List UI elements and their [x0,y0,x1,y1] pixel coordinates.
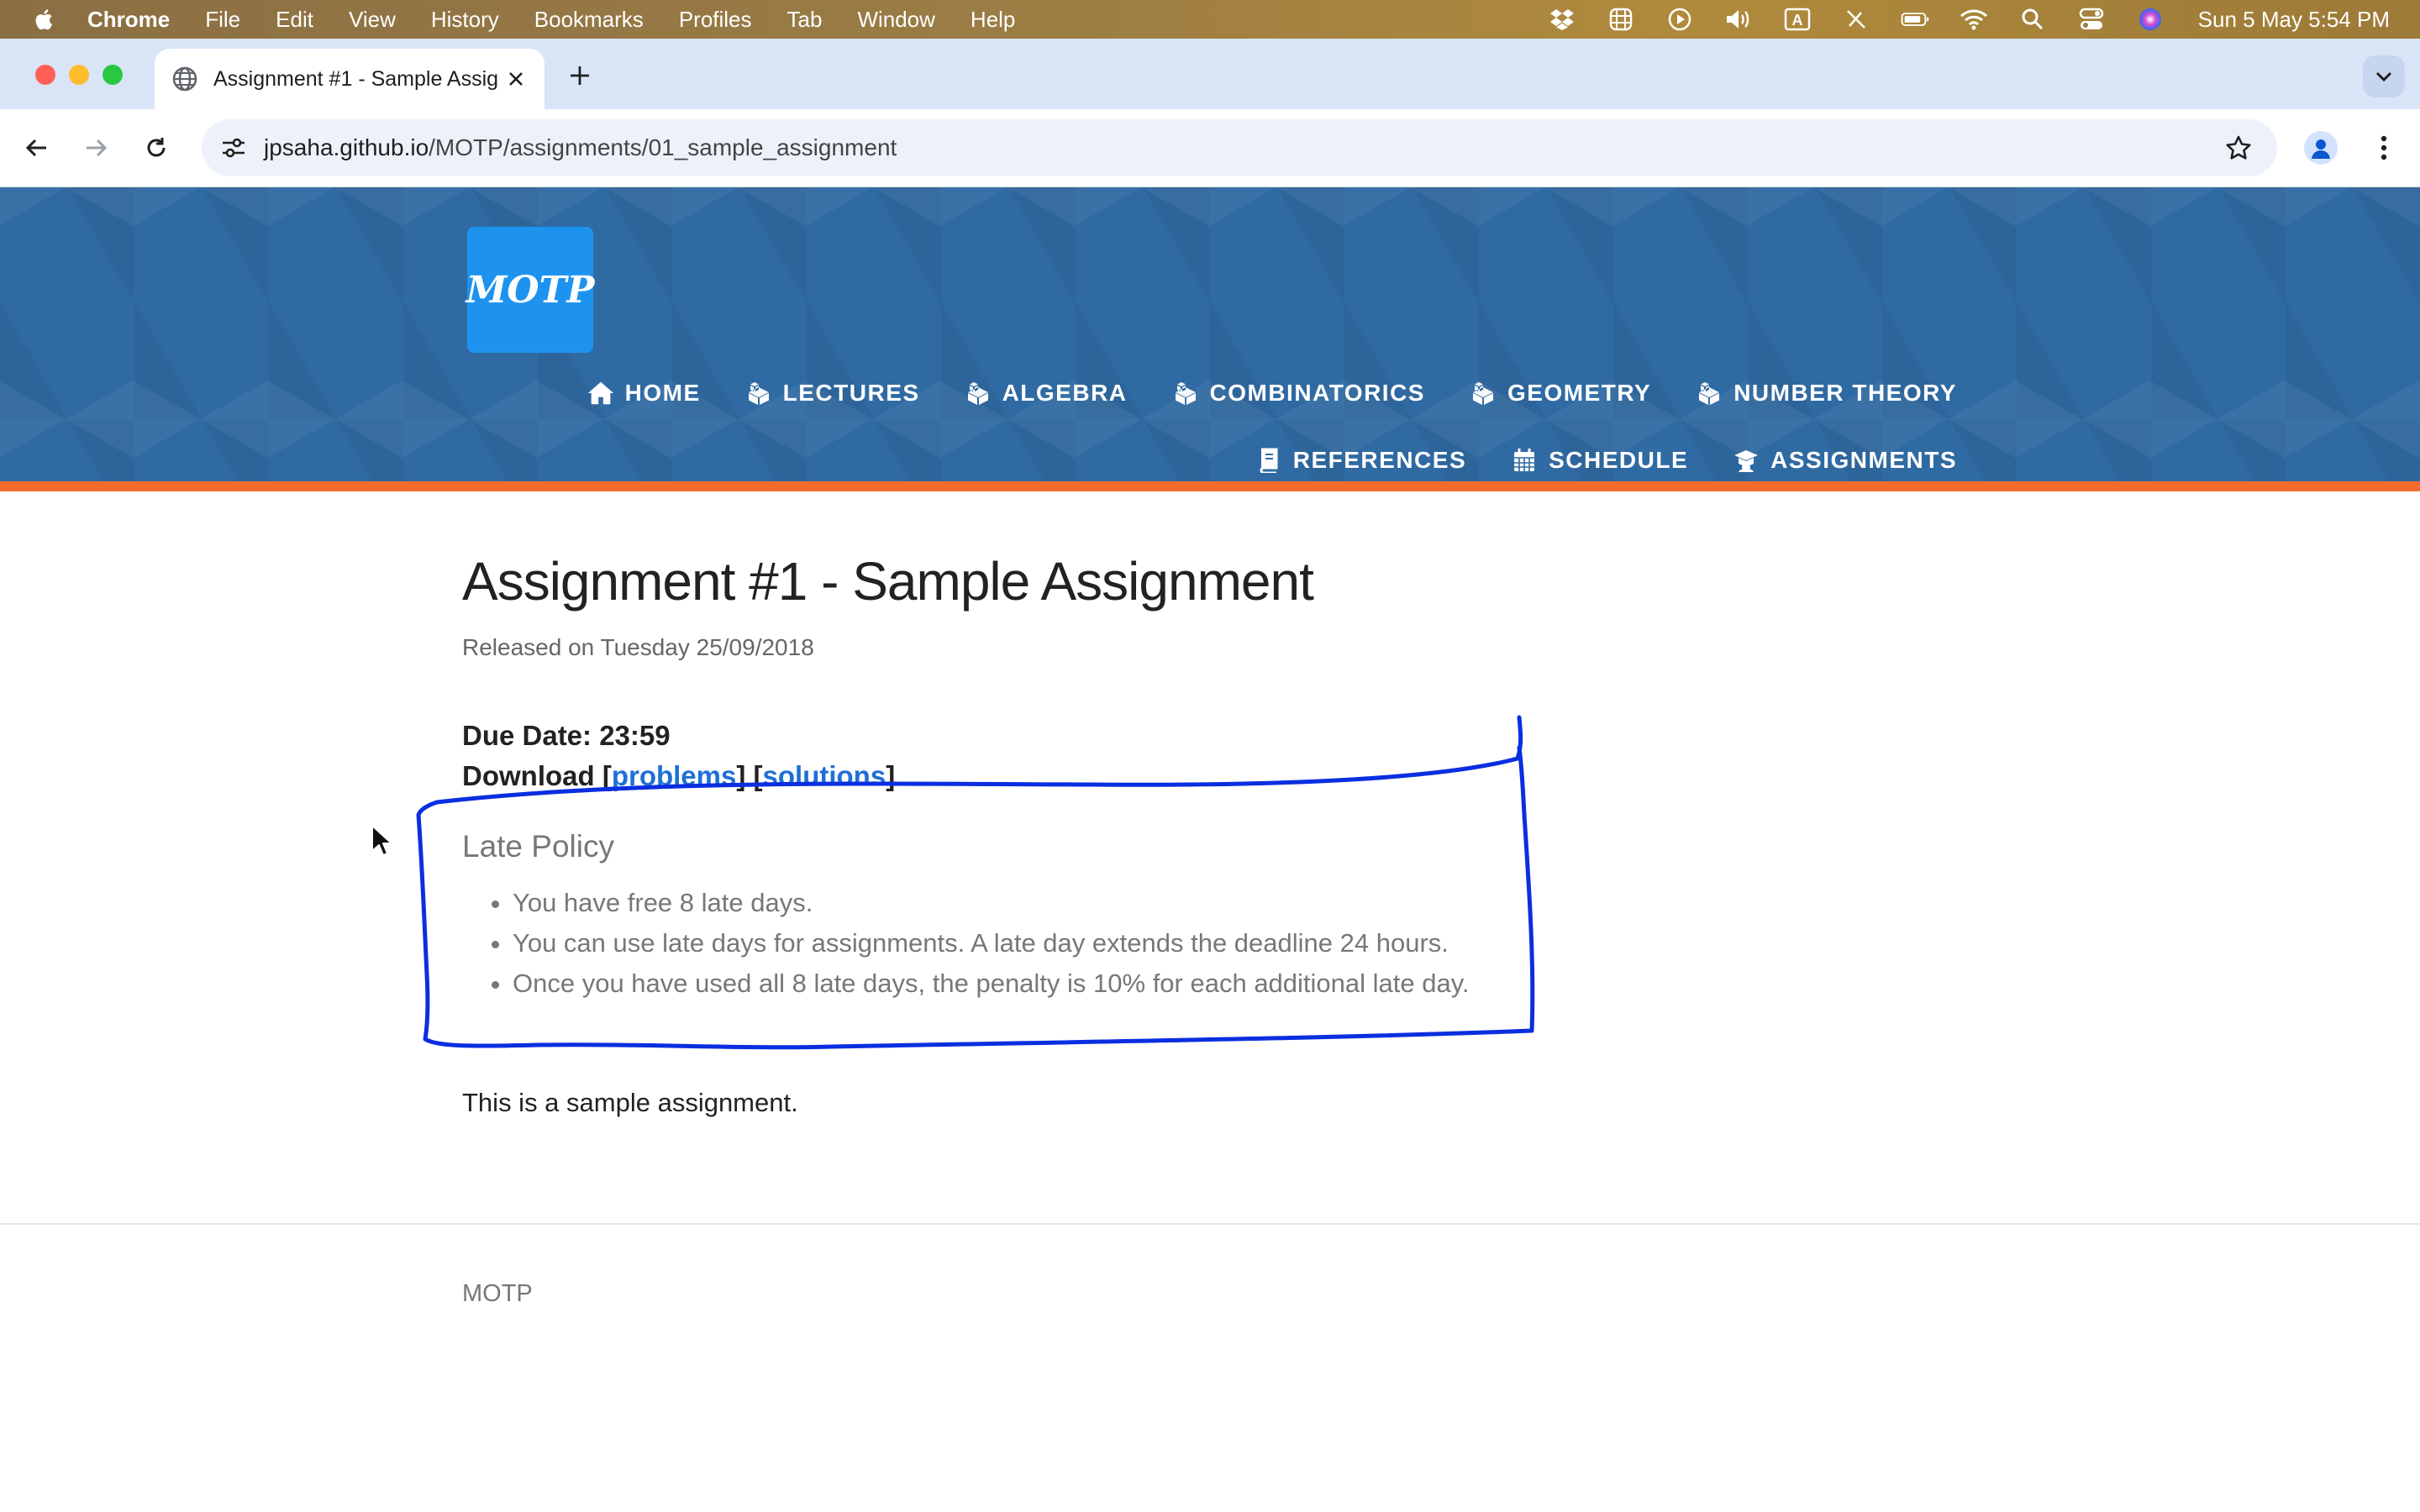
cubes-icon [964,379,992,407]
nav-algebra[interactable]: ALGEBRA [964,379,1128,407]
list-item: Once you have used all 8 late days, the … [513,963,1470,1004]
wifi-icon[interactable] [1960,7,1988,32]
download-line: Download [problems] [solutions] [462,760,896,791]
nav-assignments[interactable]: ASSIGNMENTS [1732,446,1957,475]
nav-algebra-label: ALGEBRA [1002,380,1128,406]
url-domain: jpsaha.github.io [264,134,429,160]
nav-number-theory[interactable]: NUMBER THEORY [1695,379,1957,407]
list-item: You can use late days for assignments. A… [513,923,1470,963]
url-path: /MOTP/assignments/01_sample_assignment [429,134,897,160]
input-source-icon[interactable]: A [1783,7,1812,32]
list-item: You have free 8 late days. [513,883,1470,923]
menu-view[interactable]: View [349,7,396,33]
menu-app-name[interactable]: Chrome [87,7,170,33]
menu-window[interactable]: Window [857,7,934,33]
footer-text: MOTP [462,1280,533,1307]
menu-bookmarks[interactable]: Bookmarks [534,7,644,33]
tab-search-chevron-icon[interactable] [2363,55,2405,97]
nav-number-theory-label: NUMBER THEORY [1733,380,1957,406]
nav-schedule[interactable]: SCHEDULE [1510,446,1688,475]
site-settings-icon[interactable] [217,131,250,165]
chrome-menu-icon[interactable] [2370,131,2398,165]
spotlight-icon[interactable] [2018,7,2047,32]
secondary-nav: REFERENCES SCHEDULE ASSIGNMENTS [1211,446,1957,475]
menu-profiles[interactable]: Profiles [679,7,752,33]
window-zoom-button[interactable] [103,65,123,85]
problems-link[interactable]: problems [612,760,737,791]
cubes-icon [1171,379,1200,407]
solutions-link[interactable]: solutions [763,760,886,791]
tab-close-icon[interactable] [504,67,528,91]
back-arrow-icon[interactable] [18,129,55,166]
nav-geometry[interactable]: GEOMETRY [1469,379,1651,407]
browser-tab-active[interactable]: Assignment #1 - Sample Assignment [155,49,544,109]
profile-avatar-icon[interactable] [2304,131,2338,165]
grid-app-icon[interactable] [1607,7,1635,32]
volume-icon[interactable] [1724,7,1753,32]
browser-tab-strip: Assignment #1 - Sample Assignment [0,39,2420,109]
menu-help[interactable]: Help [971,7,1015,33]
forward-arrow-icon[interactable] [77,129,114,166]
apple-menu-icon[interactable] [32,5,57,34]
address-bar[interactable]: jpsaha.github.io/MOTP/assignments/01_sam… [202,119,2277,176]
pen-off-icon[interactable] [1842,7,1870,32]
header-accent-bar [0,481,2420,491]
mouse-cursor-icon [371,825,392,856]
nav-references[interactable]: REFERENCES [1255,446,1466,475]
nav-assignments-label: ASSIGNMENTS [1770,447,1957,473]
assignment-body-text: This is a sample assignment. [462,1088,798,1117]
window-minimize-button[interactable] [69,65,89,85]
globe-icon [171,66,198,92]
primary-nav: HOME LECTURES ALGEBRA COMBINATORICS GEOM… [543,379,1957,407]
menu-file[interactable]: File [205,7,240,33]
release-date: Released on Tuesday 25/09/2018 [462,634,814,660]
book-icon [1255,446,1283,475]
macos-menu-bar: Chrome File Edit View History Bookmarks … [0,0,2420,39]
control-center-icon[interactable] [2077,7,2106,32]
nav-geometry-label: GEOMETRY [1507,380,1652,406]
nav-lectures-label: LECTURES [782,380,920,406]
home-icon [587,379,615,407]
svg-text:A: A [1791,12,1802,29]
play-icon[interactable] [1665,7,1694,32]
menu-edit[interactable]: Edit [276,7,313,33]
window-close-button[interactable] [35,65,55,85]
menu-history[interactable]: History [431,7,499,33]
site-logo[interactable]: MOTP [466,227,594,353]
menubar-clock[interactable]: Sun 5 May 5:54 PM [2198,7,2390,33]
nav-combinatorics-label: COMBINATORICS [1209,380,1425,406]
siri-icon[interactable] [2136,7,2165,32]
calendar-icon [1510,446,1539,475]
cubes-icon [1695,379,1723,407]
download-label: Download [462,760,602,791]
nav-lectures[interactable]: LECTURES [744,379,920,407]
nav-combinatorics[interactable]: COMBINATORICS [1171,379,1425,407]
tab-title: Assignment #1 - Sample Assignment [213,66,497,91]
new-tab-plus-icon[interactable] [565,60,595,91]
nav-home[interactable]: HOME [587,379,701,407]
cubes-icon [1469,379,1497,407]
url-text: jpsaha.github.io/MOTP/assignments/01_sam… [264,134,897,161]
menu-tab[interactable]: Tab [787,7,823,33]
site-header: MOTP HOME LECTURES ALGEBRA COMBINATORICS [0,187,2420,491]
graduation-icon [1732,446,1760,475]
nav-schedule-label: SCHEDULE [1549,447,1689,473]
dropbox-icon[interactable] [1548,7,1576,32]
late-policy-list: You have free 8 late days. You can use l… [462,883,1470,1004]
bookmark-star-icon[interactable] [2222,131,2255,165]
nav-references-label: REFERENCES [1292,447,1467,473]
battery-icon[interactable] [1901,7,1929,32]
browser-toolbar: jpsaha.github.io/MOTP/assignments/01_sam… [0,109,2420,187]
reload-icon[interactable] [138,129,175,166]
page-title: Assignment #1 - Sample Assignment [462,551,1314,612]
late-policy-heading: Late Policy [462,829,614,864]
due-date: Due Date: 23:59 [462,720,671,751]
cubes-icon [744,379,773,407]
footer-divider [0,1223,2420,1225]
nav-home-label: HOME [624,380,701,406]
